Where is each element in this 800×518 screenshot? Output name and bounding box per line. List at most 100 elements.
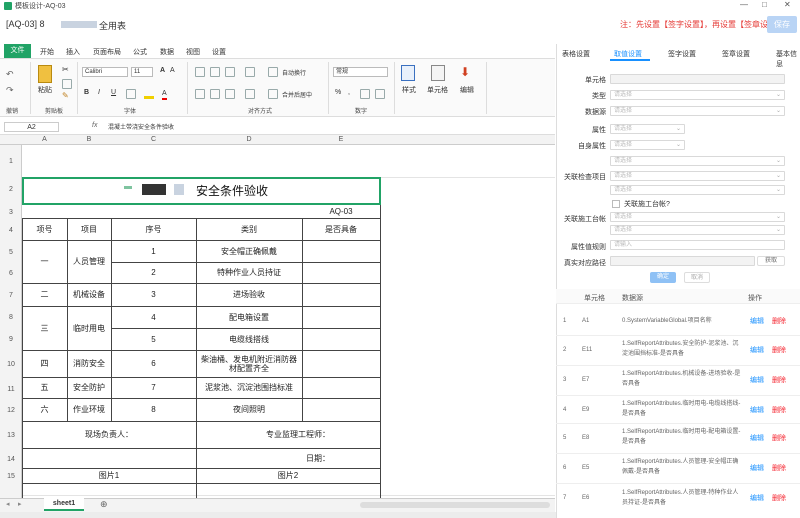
category-cell[interactable]: 泥浆池、沉淀池围挡标准 <box>196 377 302 398</box>
category-cell[interactable]: 夜间照明 <box>196 398 302 421</box>
delete-link[interactable]: 删除 <box>772 345 786 355</box>
tab-file[interactable]: 文件 <box>4 44 31 58</box>
paste-icon[interactable] <box>38 65 52 83</box>
decrease-decimal-icon[interactable] <box>375 89 385 99</box>
row-header[interactable]: 2 <box>0 186 22 193</box>
link-ledger-select-2[interactable]: 请选择 ⌄ <box>610 225 785 235</box>
row-header[interactable]: 14 <box>0 456 22 463</box>
group-no[interactable]: 三 <box>22 306 67 350</box>
edit-link[interactable]: 编辑 <box>750 375 764 385</box>
tab-table-settings[interactable]: 表格设置 <box>562 49 590 59</box>
seq-cell[interactable]: 8 <box>111 398 196 421</box>
style-label[interactable]: 样式 <box>402 85 416 95</box>
underline-icon[interactable]: U <box>111 89 116 96</box>
linked-item-select-3[interactable]: 请选择 ⌄ <box>610 185 785 195</box>
category-cell[interactable]: 电缆线搭线 <box>196 328 302 350</box>
style-icon[interactable] <box>401 65 415 81</box>
tab-insert[interactable]: 插入 <box>66 47 80 57</box>
group-no[interactable]: 四 <box>22 350 67 377</box>
delete-link[interactable]: 删除 <box>772 463 786 473</box>
linked-item-select-2[interactable]: 请选择 ⌄ <box>610 171 785 181</box>
seq-cell[interactable]: 7 <box>111 377 196 398</box>
horizontal-scrollbar[interactable] <box>360 502 550 508</box>
header-category[interactable]: 类别 <box>196 218 302 240</box>
date-label[interactable]: 日期： <box>196 448 380 468</box>
seq-cell[interactable]: 5 <box>111 328 196 350</box>
group-no[interactable]: 六 <box>22 398 67 421</box>
group-no[interactable]: 五 <box>22 377 67 398</box>
delete-link[interactable]: 删除 <box>772 433 786 443</box>
edit-label[interactable]: 编辑 <box>460 85 474 95</box>
source-select[interactable]: 请选择 ⌄ <box>610 106 785 116</box>
format-painter-icon[interactable]: ✎ <box>62 91 69 100</box>
comma-icon[interactable]: , <box>348 89 350 96</box>
tab-settings[interactable]: 设置 <box>212 47 226 57</box>
link-ledger-checkbox-label[interactable]: 关联施工台帐? <box>624 199 670 209</box>
cell-icon[interactable] <box>431 65 445 81</box>
picture1-label[interactable]: 图片1 <box>22 468 196 483</box>
group-item[interactable]: 临时用电 <box>67 306 111 350</box>
row-header[interactable]: 3 <box>0 209 22 216</box>
confirm-button[interactable]: 确定 <box>650 272 676 283</box>
row-header[interactable]: 15 <box>0 473 22 480</box>
row-header[interactable]: 8 <box>0 314 22 321</box>
align-middle-icon[interactable] <box>210 67 220 77</box>
picture2-label[interactable]: 图片2 <box>196 468 380 483</box>
seq-cell[interactable]: 6 <box>111 350 196 377</box>
row-header[interactable]: 12 <box>0 407 22 414</box>
row-header[interactable]: 9 <box>0 336 22 343</box>
header-available[interactable]: 是否具备 <box>302 218 380 240</box>
header-item[interactable]: 项目 <box>67 218 111 240</box>
edit-link[interactable]: 编辑 <box>750 316 764 326</box>
path-field[interactable] <box>610 256 755 266</box>
save-button[interactable]: 保存 <box>767 16 797 33</box>
category-cell[interactable]: 特种作业人员持证 <box>196 262 302 283</box>
name-box[interactable]: A2 <box>4 122 59 132</box>
header-seq[interactable]: 序号 <box>111 218 196 240</box>
group-no[interactable]: 一 <box>22 240 67 283</box>
font-grow-icon[interactable]: A <box>160 67 165 74</box>
column-header-d[interactable]: D <box>196 136 302 143</box>
maximize-icon[interactable]: □ <box>762 0 767 9</box>
tab-value-settings[interactable]: 取值设置 <box>614 49 642 59</box>
seq-cell[interactable]: 3 <box>111 283 196 306</box>
edit-link[interactable]: 编辑 <box>750 405 764 415</box>
tab-formula[interactable]: 公式 <box>133 47 147 57</box>
edit-link[interactable]: 编辑 <box>750 463 764 473</box>
tab-view[interactable]: 视图 <box>186 47 200 57</box>
category-cell[interactable]: 配电箱设置 <box>196 306 302 328</box>
wrap-text-icon[interactable] <box>268 67 278 77</box>
row-header[interactable]: 10 <box>0 361 22 368</box>
column-header-a[interactable]: A <box>22 136 67 143</box>
type-select[interactable]: 请选择 ⌄ <box>610 90 785 100</box>
linked-item-select-1[interactable]: 请选择 ⌄ <box>610 156 785 166</box>
group-item[interactable]: 作业环境 <box>67 398 111 421</box>
delete-link[interactable]: 删除 <box>772 405 786 415</box>
group-item[interactable]: 人员管理 <box>67 240 111 283</box>
formula-input[interactable]: 混凝土带浇安全条件验收 <box>108 122 174 131</box>
seq-cell[interactable]: 1 <box>111 240 196 262</box>
category-cell[interactable]: 安全帽正确佩戴 <box>196 240 302 262</box>
cell-label[interactable]: 单元格 <box>427 85 448 95</box>
row-header[interactable]: 4 <box>0 227 22 234</box>
text-direction-icon[interactable] <box>245 67 255 77</box>
copy-icon[interactable] <box>62 79 72 89</box>
font-size-select[interactable]: 11 <box>131 67 153 77</box>
delete-link[interactable]: 删除 <box>772 375 786 385</box>
border-icon[interactable] <box>126 89 136 99</box>
increase-decimal-icon[interactable] <box>360 89 370 99</box>
bold-icon[interactable]: B <box>84 89 89 96</box>
edit-icon[interactable]: ⬇ <box>460 65 470 79</box>
group-item[interactable]: 机械设备 <box>67 283 111 306</box>
row-header[interactable]: 13 <box>0 432 22 439</box>
minimize-icon[interactable]: — <box>740 0 748 9</box>
delete-link[interactable]: 删除 <box>772 493 786 503</box>
fill-color-icon[interactable] <box>144 89 154 99</box>
prev-sheet-icon[interactable]: ◂ <box>6 500 10 508</box>
merge-center-label[interactable]: 合并后居中 <box>282 90 312 99</box>
link-ledger-select-1[interactable]: 请选择 ⌄ <box>610 212 785 222</box>
tab-signature-settings[interactable]: 签字设置 <box>668 49 696 59</box>
edit-link[interactable]: 编辑 <box>750 345 764 355</box>
tab-basic-info[interactable]: 基本信息 <box>776 49 800 69</box>
align-right-icon[interactable] <box>225 89 235 99</box>
